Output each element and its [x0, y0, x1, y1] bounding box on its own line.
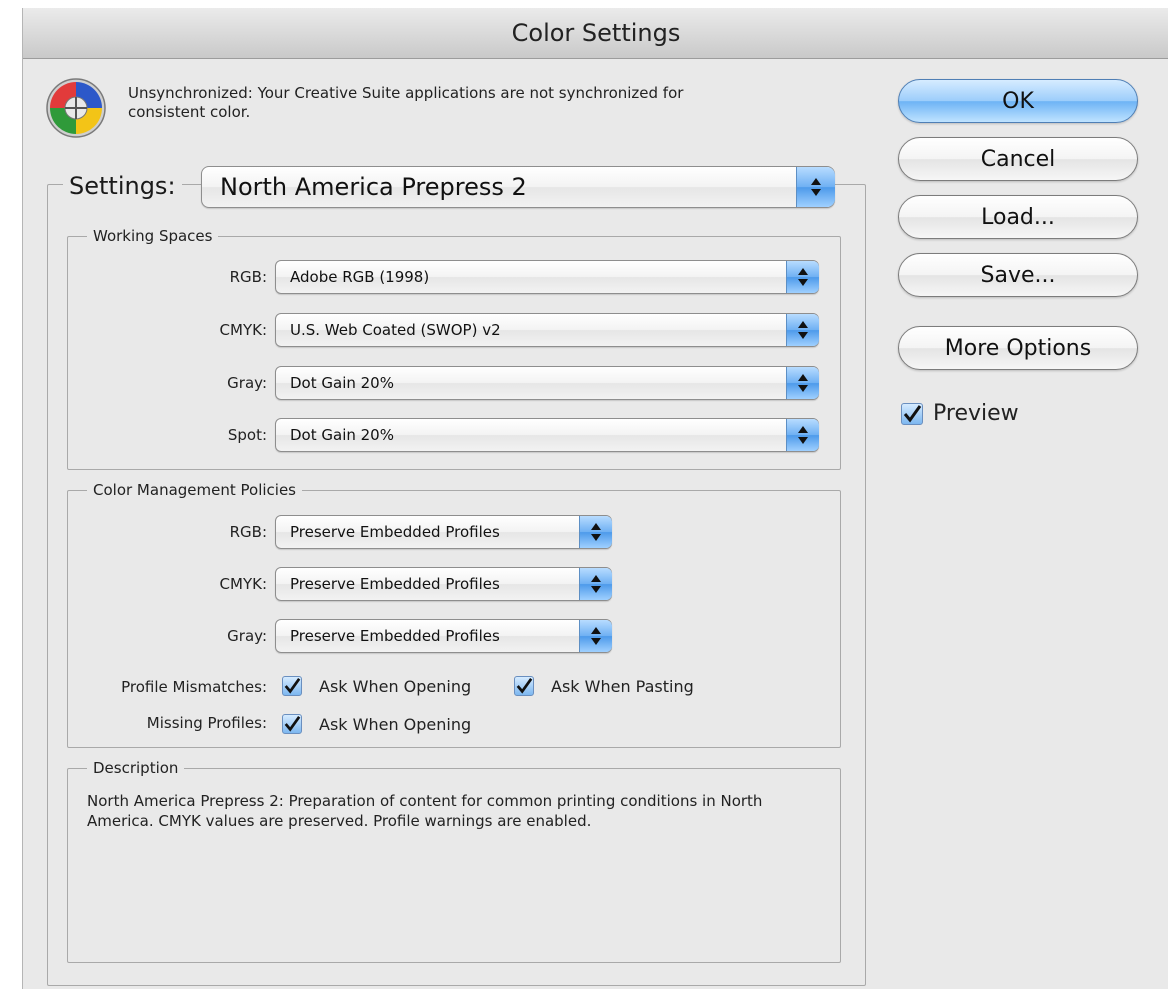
checkmark-icon — [516, 678, 533, 694]
policy-gray-select[interactable]: Preserve Embedded Profiles — [275, 619, 612, 653]
description-text: North America Prepress 2: Preparation of… — [87, 792, 763, 830]
title-bar: Color Settings — [23, 8, 1168, 59]
checkmark-icon — [284, 678, 301, 694]
ws-spot-label: Spot: — [227, 426, 267, 444]
cancel-button[interactable]: Cancel — [898, 137, 1138, 181]
ws-cmyk-value: U.S. Web Coated (SWOP) v2 — [290, 321, 501, 339]
cancel-button-label: Cancel — [980, 146, 1056, 172]
up-down-arrows-icon — [786, 419, 819, 451]
up-down-arrows-icon — [786, 367, 819, 399]
dialog-title: Color Settings — [511, 19, 681, 47]
save-button-label: Save... — [980, 262, 1056, 288]
settings-select-value: North America Prepress 2 — [220, 173, 527, 201]
mismatch-ask-pasting-checkbox[interactable] — [514, 676, 534, 696]
sync-message: Unsynchronized: Your Creative Suite appl… — [128, 84, 684, 121]
ws-rgb-label: RGB: — [229, 268, 267, 286]
policy-cmyk-value: Preserve Embedded Profiles — [290, 575, 500, 593]
up-down-arrows-icon — [579, 620, 612, 652]
up-down-arrows-icon — [796, 167, 835, 207]
more-options-button[interactable]: More Options — [898, 326, 1138, 370]
mismatch-ask-pasting-label[interactable]: Ask When Pasting — [551, 677, 694, 696]
policy-rgb-value: Preserve Embedded Profiles — [290, 523, 500, 541]
color-settings-dialog: Color Settings Unsynchronized: Your Crea… — [22, 8, 1168, 989]
save-button[interactable]: Save... — [898, 253, 1138, 297]
load-button-label: Load... — [981, 204, 1055, 230]
more-options-button-label: More Options — [944, 335, 1092, 361]
policy-cmyk-label: CMYK: — [219, 575, 267, 593]
preview-checkbox[interactable] — [901, 403, 923, 425]
profile-mismatches-label: Profile Mismatches: — [121, 678, 267, 696]
up-down-arrows-icon — [579, 568, 612, 600]
ok-button[interactable]: OK — [898, 79, 1138, 123]
preview-label[interactable]: Preview — [933, 401, 1019, 426]
checkmark-icon — [284, 716, 301, 732]
ws-gray-label: Gray: — [227, 374, 267, 392]
policy-rgb-label: RGB: — [229, 523, 267, 541]
ws-gray-value: Dot Gain 20% — [290, 374, 394, 392]
missing-ask-opening-label[interactable]: Ask When Opening — [319, 715, 471, 734]
ws-cmyk-label: CMYK: — [219, 321, 267, 339]
policy-cmyk-select[interactable]: Preserve Embedded Profiles — [275, 567, 612, 601]
ok-button-label: OK — [1002, 88, 1034, 114]
settings-label: Settings: — [63, 172, 182, 200]
up-down-arrows-icon — [786, 261, 819, 293]
up-down-arrows-icon — [579, 516, 612, 548]
up-down-arrows-icon — [786, 314, 819, 346]
load-button[interactable]: Load... — [898, 195, 1138, 239]
checkmark-icon — [903, 405, 922, 423]
missing-profiles-label: Missing Profiles: — [146, 714, 267, 732]
policy-gray-label: Gray: — [227, 627, 267, 645]
policy-rgb-select[interactable]: Preserve Embedded Profiles — [275, 515, 612, 549]
missing-ask-opening-checkbox[interactable] — [282, 714, 302, 734]
color-wheel-icon — [45, 77, 107, 139]
description-legend: Description — [87, 759, 185, 777]
ws-gray-select[interactable]: Dot Gain 20% — [275, 366, 819, 400]
ws-rgb-select[interactable]: Adobe RGB (1998) — [275, 260, 819, 294]
policy-gray-value: Preserve Embedded Profiles — [290, 627, 500, 645]
policies-legend: Color Management Policies — [87, 481, 302, 499]
mismatch-ask-opening-label[interactable]: Ask When Opening — [319, 677, 471, 696]
settings-select[interactable]: North America Prepress 2 — [201, 166, 835, 208]
mismatch-ask-opening-checkbox[interactable] — [282, 676, 302, 696]
ws-spot-value: Dot Gain 20% — [290, 426, 394, 444]
ws-spot-select[interactable]: Dot Gain 20% — [275, 418, 819, 452]
ws-cmyk-select[interactable]: U.S. Web Coated (SWOP) v2 — [275, 313, 819, 347]
working-spaces-legend: Working Spaces — [87, 227, 219, 245]
ws-rgb-value: Adobe RGB (1998) — [290, 268, 430, 286]
